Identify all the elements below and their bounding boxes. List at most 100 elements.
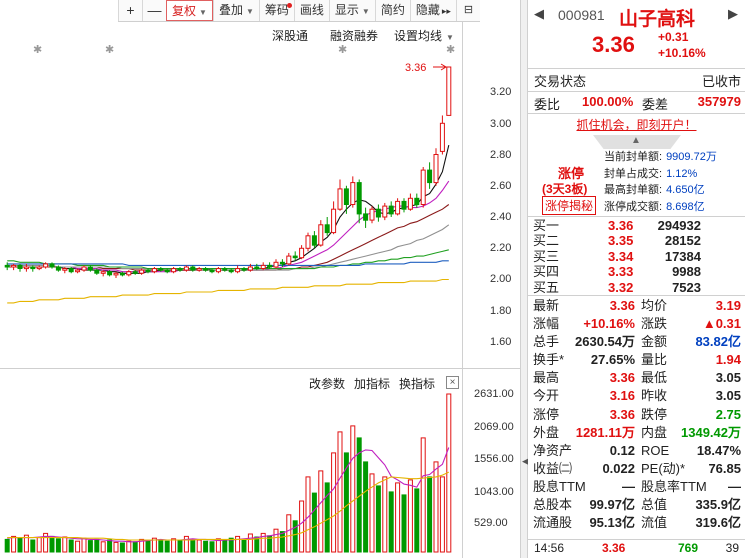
volume-tick-label: 529.00 <box>474 517 508 529</box>
volume-bar <box>119 542 125 553</box>
buy-order-row[interactable]: 买一 3.36 294932 <box>528 218 745 233</box>
switch-indicator-link[interactable]: 换指标 <box>399 375 435 392</box>
volume-bar <box>107 539 113 553</box>
candle-body <box>75 269 81 273</box>
volume-bar <box>311 492 317 553</box>
candle-body <box>30 266 36 270</box>
volume-tick-label: 2069.00 <box>474 421 514 433</box>
stat-value: 319.6亿 <box>695 515 741 531</box>
promo-link[interactable]: 抓住机会，即刻开户！ <box>576 118 696 132</box>
panel-separator <box>0 368 520 369</box>
candle-body <box>81 266 87 271</box>
candle-body <box>401 200 407 210</box>
volume-bar <box>87 540 93 553</box>
limit-up-block: 涨停 (3天3板) 涨停揭秘 当前封单额: 9909.72万 封单占成交: 1.12… <box>528 149 745 217</box>
candle-body <box>62 268 68 271</box>
promo-row[interactable]: 抓住机会，即刻开户！ <box>528 116 745 134</box>
stat-row: 总股本 99.97亿 总值 335.9亿 <box>528 496 745 514</box>
panel-splitter[interactable]: ◀ <box>520 0 529 558</box>
stat-label: 内盘 <box>641 424 668 440</box>
divider <box>528 295 745 296</box>
stock-code: 000981 <box>558 7 605 23</box>
stat-value: 27.65% <box>590 352 635 368</box>
volume-bar <box>337 431 343 553</box>
stat-value: +10.16% <box>583 316 635 332</box>
candle-body <box>177 268 183 271</box>
edit-params-link[interactable]: 改参数 <box>309 375 345 392</box>
candle-body <box>363 213 369 221</box>
candle-body <box>4 264 10 268</box>
volume-bar <box>279 531 285 553</box>
candle-body <box>196 268 202 271</box>
stat-value: 2.75 <box>715 406 741 422</box>
candle-body <box>439 122 445 152</box>
candle-body <box>395 200 401 215</box>
close-indicator-icon[interactable]: × <box>446 376 459 389</box>
tick-price: 3.36 <box>602 541 626 555</box>
tick-row: 14:56 3.36 769 39 <box>528 541 745 558</box>
stat-value: 83.82亿 <box>695 334 741 350</box>
candle-body <box>235 268 241 273</box>
volume-tick-label: 2631.00 <box>474 388 514 400</box>
stat-value: ▲0.31 <box>702 316 741 332</box>
candle-body <box>222 268 228 271</box>
stat-row: 最高 3.36 最低 3.05 <box>528 369 745 387</box>
candle-body <box>68 268 74 273</box>
event-star-icon: ✱ <box>446 44 455 56</box>
divider <box>528 539 745 540</box>
volume-bar <box>427 476 433 553</box>
stat-row: 涨停 3.36 跌停 2.75 <box>528 406 745 424</box>
ma-line-ma10 <box>7 180 450 273</box>
order-volume: 294932 <box>657 218 701 233</box>
volume-bar <box>222 539 228 553</box>
stat-label: 流通股 <box>533 515 573 531</box>
event-markers: ✱ ✱ ✱ ✱ <box>33 44 455 56</box>
volume-bar <box>439 476 445 553</box>
buy-order-row[interactable]: 买五 3.32 7523 <box>528 280 745 295</box>
next-stock-icon[interactable]: ▶ <box>728 6 738 22</box>
volume-bar <box>36 537 42 553</box>
divider <box>528 216 745 217</box>
kline-chart-area[interactable]: + — 复权 ▼ 叠加 ▼ 筹码 画线 显示 ▼ 简约 隐藏 ▸▸ ⊟ 深股通 融资融券… <box>0 0 520 558</box>
candle-body <box>241 268 247 271</box>
buy-order-row[interactable]: 买三 3.34 17384 <box>528 249 745 264</box>
stat-label: 涨停 <box>533 406 560 422</box>
volume-bar <box>407 479 413 553</box>
event-star-icon: ✱ <box>338 44 347 56</box>
volume-bar <box>388 491 394 553</box>
price-tick-label: 3.20 <box>490 86 512 98</box>
volume-bar <box>433 461 439 553</box>
limit-up-reveal-button[interactable]: 涨停揭秘 <box>542 196 597 215</box>
stat-label: 金额 <box>641 334 668 350</box>
volume-bar <box>203 540 209 553</box>
event-star-icon: ✱ <box>33 44 42 56</box>
price-tick-label: 3.00 <box>490 118 512 130</box>
candle-body <box>43 263 49 268</box>
seal-label: 最高封单额: <box>604 184 663 196</box>
candle-body <box>49 263 55 268</box>
volume-bar <box>11 535 17 553</box>
buy-orders: 买一 3.36 294932 买二 3.35 28152 买三 3.34 17384 买四 3.33… <box>528 218 745 295</box>
price-change-pct: +10.16% <box>658 46 706 60</box>
candle-body <box>299 247 305 259</box>
seal-label: 封单占成交: <box>604 167 663 180</box>
chevron-up-icon: ▲ <box>631 135 641 146</box>
prev-stock-icon[interactable]: ◀ <box>534 6 544 22</box>
buy-order-row[interactable]: 买二 3.35 28152 <box>528 233 745 248</box>
volume-bar <box>414 488 420 553</box>
expand-tab[interactable]: ▲ <box>593 135 681 149</box>
buy-order-row[interactable]: 买四 3.33 9988 <box>528 264 745 279</box>
stat-value: 1281.11万 <box>575 424 635 440</box>
stat-row: 股息TTM — 股息率TTM — <box>528 478 745 496</box>
volume-bar <box>94 538 100 553</box>
order-volume: 7523 <box>672 279 701 295</box>
volume-bar <box>113 541 119 553</box>
volume-bar <box>158 539 164 553</box>
volume-bar <box>401 494 407 553</box>
seal-value: 9909.72万 <box>666 151 717 163</box>
volume-bar <box>190 538 196 553</box>
candle-body <box>414 197 420 206</box>
add-indicator-link[interactable]: 加指标 <box>354 375 390 392</box>
volume-bar <box>164 540 170 553</box>
candle-body <box>260 264 266 269</box>
